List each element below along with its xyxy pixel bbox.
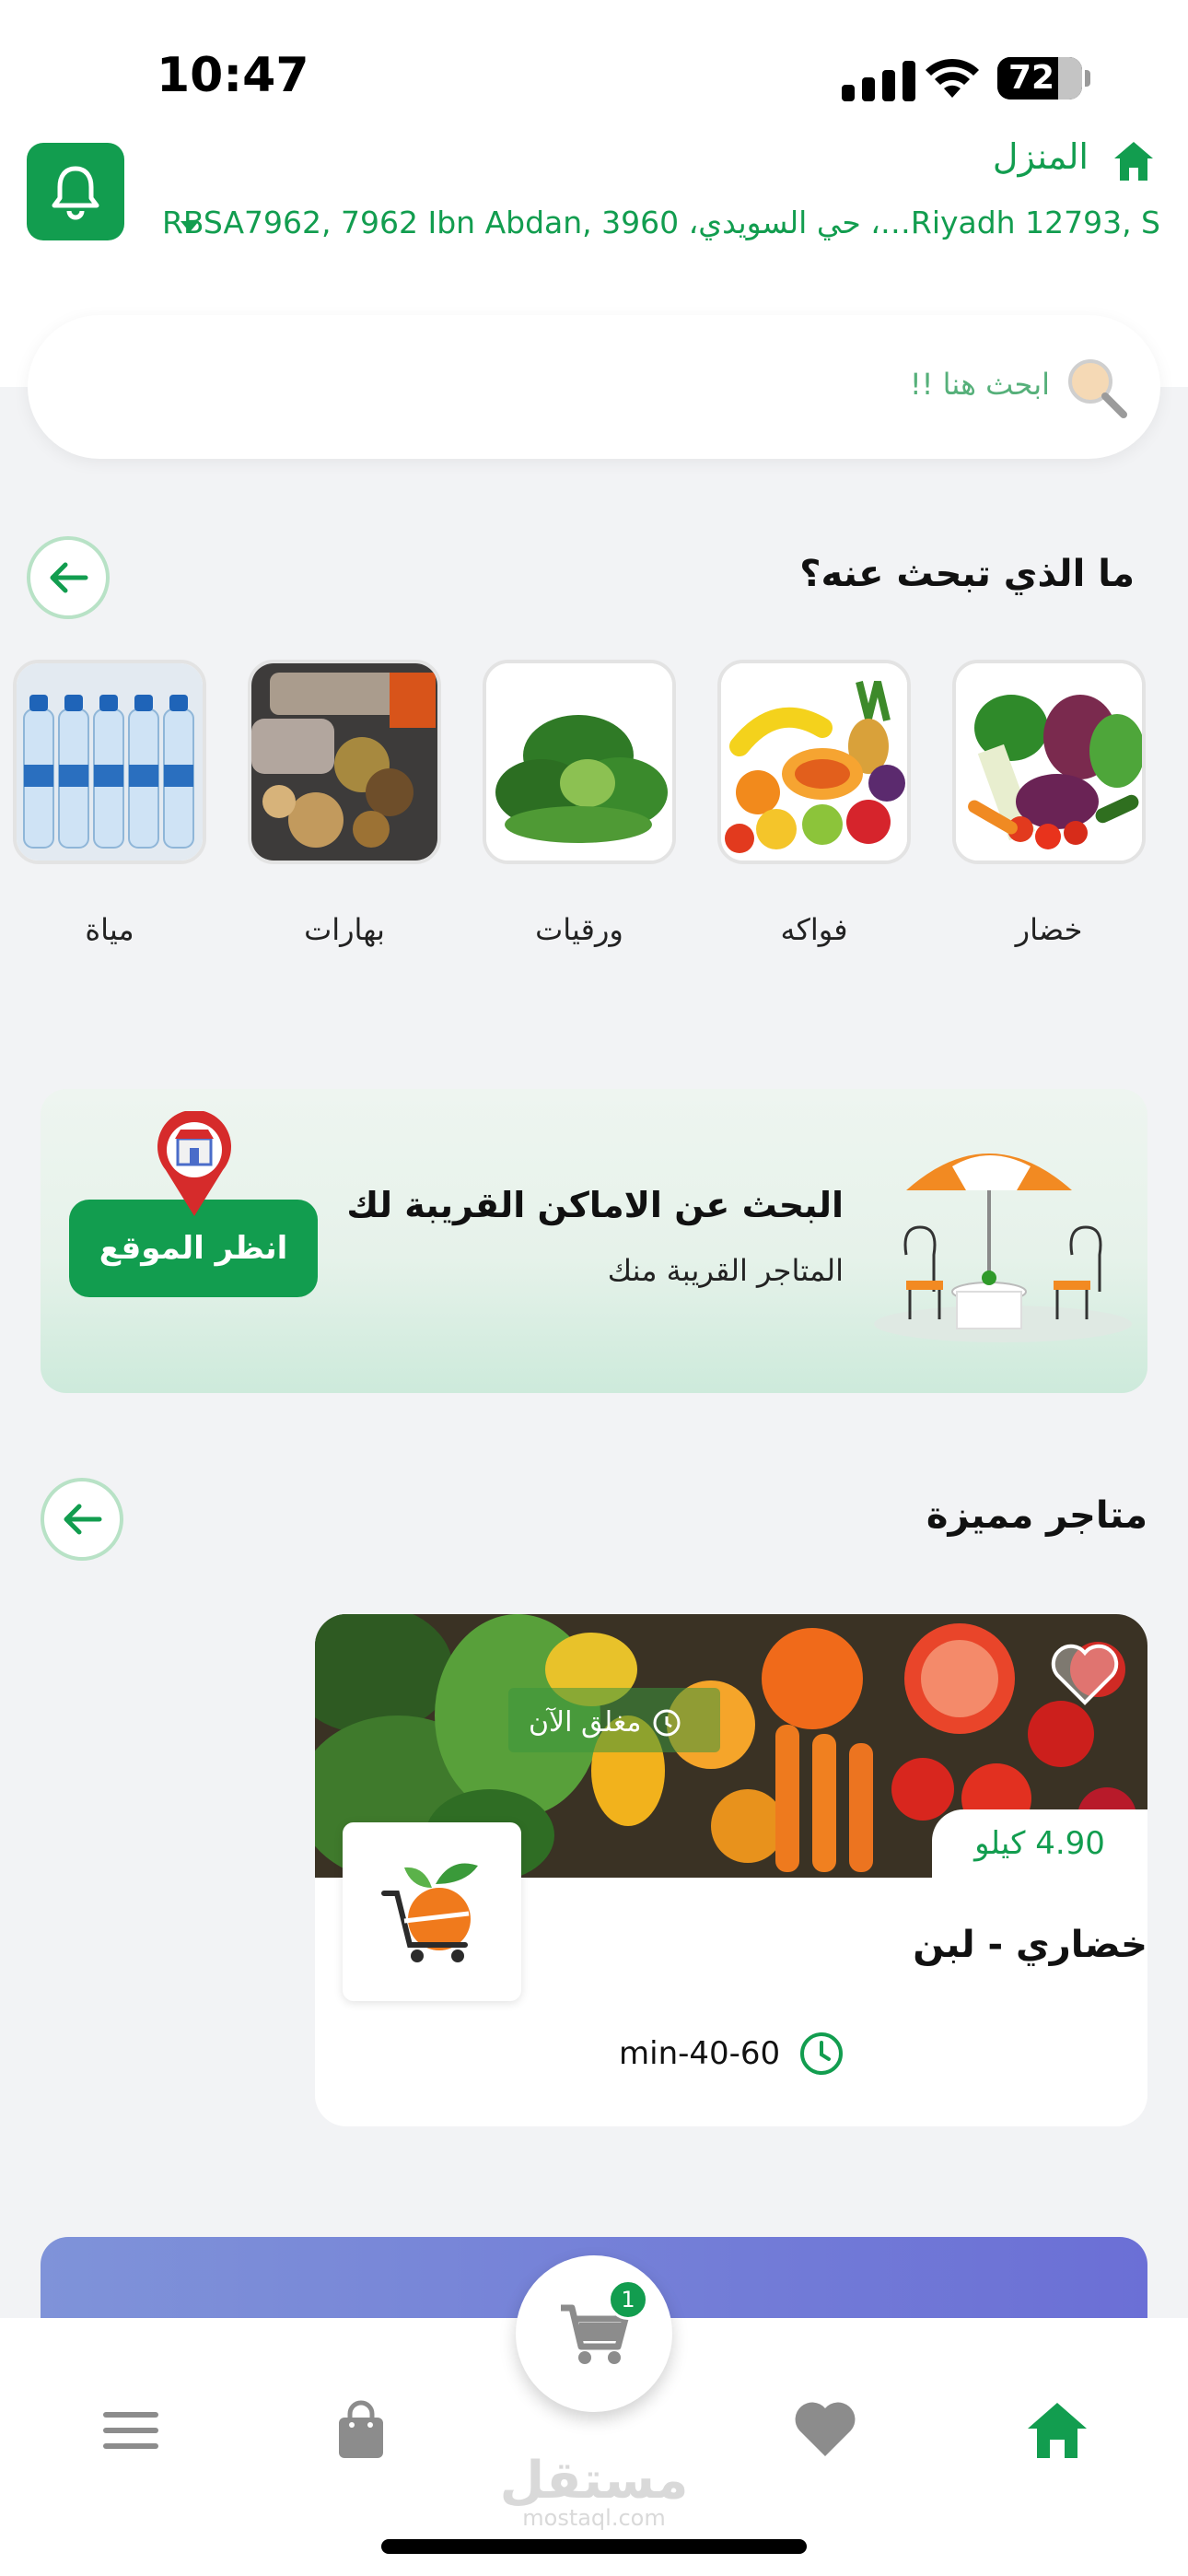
store-status-text: مغلق الآن <box>529 1706 642 1739</box>
battery-cap <box>1085 70 1090 87</box>
featured-see-all-button[interactable] <box>41 1478 123 1561</box>
categories-see-all-button[interactable] <box>27 536 110 619</box>
cart-count-badge: 1 <box>608 2279 648 2320</box>
category-leafy-greens[interactable] <box>483 660 676 864</box>
cellular-signal-icon <box>842 61 917 101</box>
category-label: بهارات <box>304 912 385 947</box>
battery-icon: 72 <box>997 57 1082 100</box>
status-time: 10:47 <box>157 48 309 103</box>
banner-subtitle: المتاجر القريبة منك <box>607 1253 844 1288</box>
categories-title: ما الذي تبحث عنه؟ <box>799 553 1135 595</box>
category-label: خضار <box>1015 912 1083 947</box>
wifi-icon <box>926 58 979 98</box>
bell-icon <box>52 166 99 220</box>
category-spices[interactable] <box>248 660 441 864</box>
category-label: فواكه <box>780 912 848 947</box>
favorite-heart-icon[interactable] <box>1050 1642 1120 1706</box>
search-bar[interactable]: ابحث هنا !! <box>28 315 1160 459</box>
featured-stores-title: متاجر مميزة <box>926 1494 1147 1537</box>
price-value: 4.90 <box>1035 1825 1105 1862</box>
store-card[interactable]: مغلق الآن 4.90 كيلو خضاري - لبن min-40-6… <box>315 1614 1147 2126</box>
nearby-places-banner[interactable]: البحث عن الاماكن القريبة لك المتاجر القر… <box>41 1089 1147 1393</box>
water-bottles-image <box>17 663 203 861</box>
watermark-main: مستقل <box>499 2451 689 2511</box>
store-logo <box>343 1822 521 2001</box>
leafy-greens-image <box>486 663 672 861</box>
delivery-time: min-40-60 <box>619 2031 844 2077</box>
battery-percent: 72 <box>1008 59 1055 97</box>
watermark-sub: mostaql.com <box>522 2505 666 2531</box>
spices-image <box>251 663 437 861</box>
notifications-button[interactable] <box>27 143 124 240</box>
price-unit: كيلو <box>974 1825 1026 1862</box>
banner-title: البحث عن الاماكن القريبة لك <box>346 1185 844 1225</box>
category-label: مياة <box>85 912 134 947</box>
clock-icon <box>653 1709 681 1736</box>
chevron-down-icon[interactable] <box>181 221 199 232</box>
price-tag: 4.90 كيلو <box>932 1809 1147 1878</box>
search-icon[interactable] <box>1063 354 1129 420</box>
category-label: ورقيات <box>535 912 623 947</box>
category-vegetables[interactable] <box>952 660 1146 864</box>
store-name-text: خضاري - لبن <box>913 1924 1147 1966</box>
watermark: مستقل mostaql.com <box>0 2451 1188 2531</box>
delivery-time-text: min-40-60 <box>619 2035 781 2072</box>
cart-button[interactable]: 1 <box>516 2255 672 2412</box>
category-fruits[interactable] <box>717 660 911 864</box>
vegetables-image <box>956 663 1142 861</box>
store-name: خضاري - لبن <box>315 1924 1147 1966</box>
store-status: مغلق الآن <box>529 1706 682 1739</box>
home-indicator[interactable] <box>381 2539 807 2554</box>
search-input[interactable]: ابحث هنا !! <box>910 367 1050 402</box>
location-label[interactable]: المنزل <box>993 136 1089 177</box>
clock-icon <box>800 2032 844 2075</box>
home-icon <box>1114 142 1153 181</box>
fruits-image <box>721 663 907 861</box>
arrow-left-icon <box>64 1504 102 1535</box>
arrow-left-icon <box>50 562 88 593</box>
cafe-table-icon <box>874 1153 1132 1342</box>
category-water[interactable] <box>13 660 206 864</box>
store-location-pin-icon <box>157 1111 231 1216</box>
delivery-address[interactable]: Riyadh 12793, S…، حي السويدي، RBSA7962, … <box>162 205 1160 240</box>
